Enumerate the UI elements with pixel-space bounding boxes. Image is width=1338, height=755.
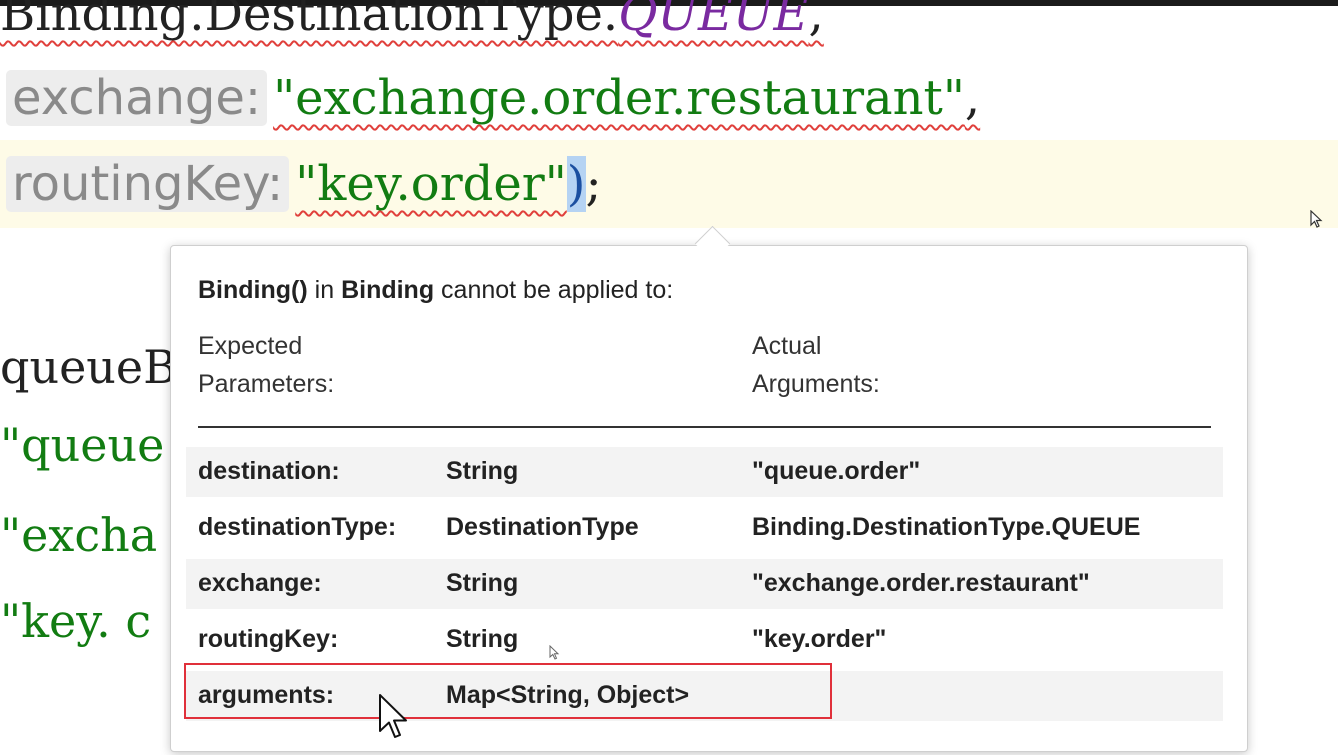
actual-arguments-header: Actual Arguments: <box>752 327 880 403</box>
code-line-queue-binding: queueB <box>0 340 177 394</box>
param-name: destination: <box>198 457 340 485</box>
param-type: DestinationType <box>446 513 639 541</box>
highlight-box-arguments <box>184 663 832 719</box>
code-punct: ; <box>585 156 602 212</box>
string-literal: "key.order" <box>295 156 567 212</box>
pointer-cursor-icon <box>1310 210 1323 228</box>
expected-parameters-header: Expected Parameters: <box>198 327 334 403</box>
table-row: destinationType: DestinationType Binding… <box>186 503 1223 553</box>
tooltip-in: in <box>314 276 335 304</box>
param-type: String <box>446 569 519 597</box>
code-line-key-string: "key. c <box>0 594 152 648</box>
tooltip-message: cannot be applied to: <box>441 276 674 304</box>
code-line-exchange-string: "excha <box>0 508 158 562</box>
tooltip-method: Binding() <box>198 276 308 304</box>
expected-header-line1: Expected <box>198 332 303 360</box>
mouse-pointer-icon <box>379 694 407 738</box>
expected-header-line2: Parameters: <box>198 370 335 398</box>
parameter-hint-exchange: exchange: <box>6 70 268 126</box>
code-punct: , <box>964 70 981 126</box>
param-type: String <box>446 457 519 485</box>
code-line-routing-key[interactable]: routingKey: "key.order"); <box>6 156 602 212</box>
table-row: routingKey: String "key.order" <box>186 615 1223 665</box>
small-pointer-icon <box>549 645 560 660</box>
actual-argument: "key.order" <box>752 625 887 653</box>
table-row: destination: String "queue.order" <box>186 447 1223 497</box>
code-punct: , <box>808 0 824 42</box>
actual-argument: "queue.order" <box>752 457 921 485</box>
tooltip-title: Binding() in Binding cannot be applied t… <box>198 276 673 305</box>
param-name: exchange: <box>198 569 322 597</box>
param-name: routingKey: <box>198 625 339 653</box>
string-literal: "exchange.order.restaurant" <box>273 70 965 126</box>
param-name: destinationType: <box>198 513 397 541</box>
actual-header-line1: Actual <box>752 332 822 360</box>
code-line-destination-type[interactable]: Binding.DestinationType.QUEUE, <box>0 0 824 42</box>
matched-bracket: ) <box>566 156 586 212</box>
actual-argument: "exchange.order.restaurant" <box>752 569 1090 597</box>
header-divider <box>198 426 1211 428</box>
code-line-queue-string: "queue <box>0 418 165 472</box>
actual-argument: Binding.DestinationType.QUEUE <box>752 513 1141 541</box>
code-text: Binding.DestinationType. <box>0 0 619 42</box>
actual-header-line2: Arguments: <box>752 370 880 398</box>
code-line-exchange[interactable]: exchange: "exchange.order.restaurant", <box>6 70 980 126</box>
enum-constant: QUEUE <box>618 0 809 42</box>
parameter-hint-routing-key: routingKey: <box>6 156 290 212</box>
table-row: exchange: String "exchange.order.restaur… <box>186 559 1223 609</box>
tooltip-class: Binding <box>341 276 435 304</box>
param-type: String <box>446 625 519 653</box>
